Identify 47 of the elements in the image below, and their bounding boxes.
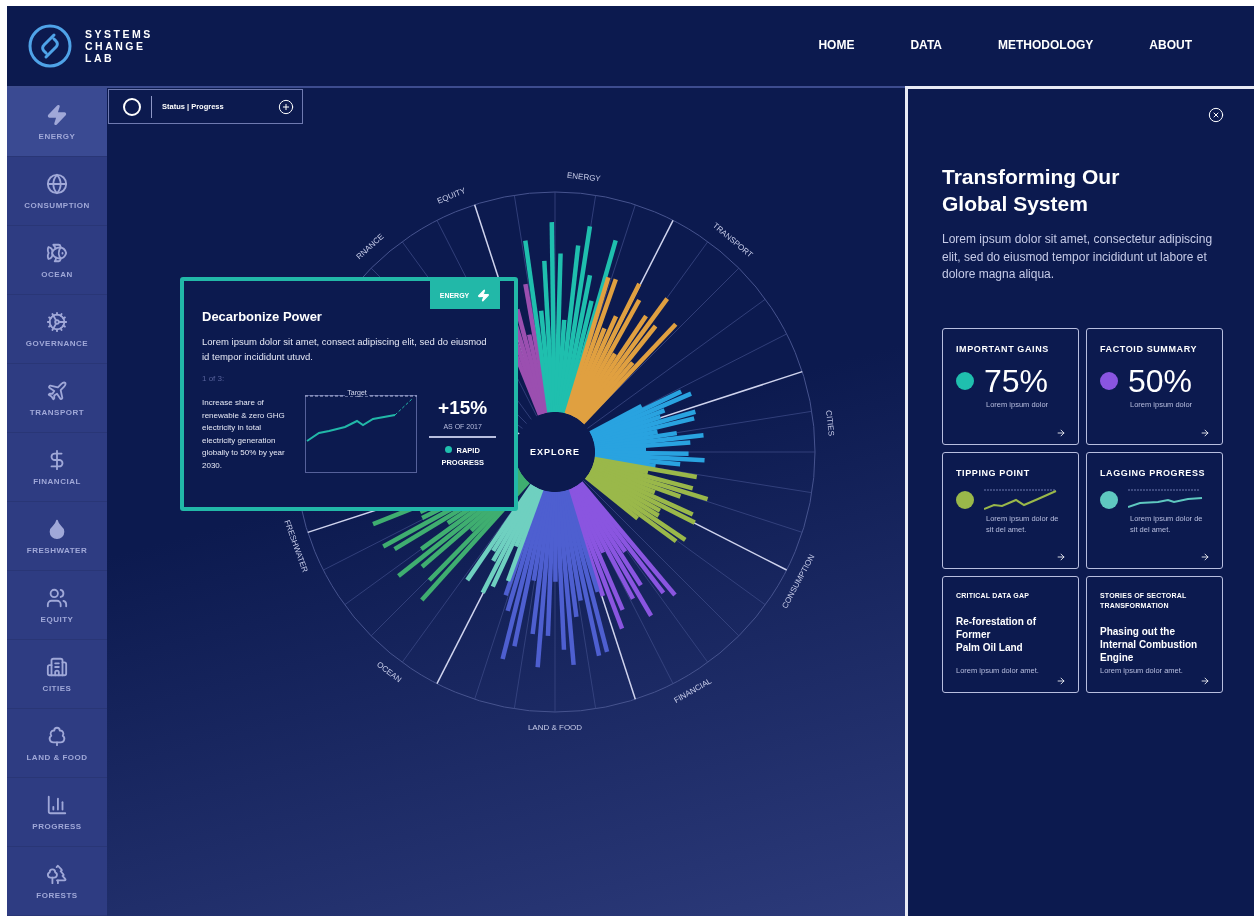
sector-label: ENERGY [566,170,602,184]
panel-title: Transforming Our Global System [942,164,1121,217]
stat-value: 75% [984,362,1049,399]
story-headline: Phasing out the Internal Combustion Engine [1100,624,1199,665]
arrow-icon[interactable] [1056,675,1066,686]
close-button[interactable] [1208,107,1224,123]
popup-body: Lorem ipsum dolor sit amet, consect adipiscing elit, sed do eiusmod id tempor incididunt utuvd. [202,335,488,364]
airplane-icon [46,379,68,402]
logo-text: SYSTEMS [85,28,153,40]
add-icon[interactable] [278,98,294,115]
tree-icon [46,724,68,747]
circle-icon [123,97,141,116]
card-title: FACTOID SUMMARY [1100,342,1198,355]
change-value: +15% [438,397,488,419]
people-icon [46,586,68,609]
stat-value: 50% [1128,362,1193,399]
logo-text: LAB [85,52,116,64]
arrow-icon[interactable] [1200,551,1210,562]
bar-chart-icon [46,793,68,816]
panel-body: Lorem ipsum dolor sit amet, consectetur adipiscing elit, sed do eiusmod tempor incididunt ut labore et dolore magna aliqua. [942,231,1214,283]
lightning-icon [477,288,491,302]
nav-link[interactable]: HOME [818,36,855,56]
trees-icon [46,862,68,885]
arrow-icon[interactable] [1056,551,1066,562]
lightning-icon [46,103,68,126]
card-title: IMPORTANT GAINS [956,342,1050,355]
sector-label: CITIES [824,409,836,437]
nav-link[interactable]: DATA [910,36,942,56]
nav-link[interactable]: ABOUT [1149,36,1192,56]
card-title: TIPPING POINT [956,466,1031,479]
fish-icon [46,241,68,264]
sidebar-item[interactable]: ENERGY [7,88,107,157]
arrow-icon[interactable] [1200,675,1210,686]
nav-link[interactable]: METHODOLOGY [998,36,1094,56]
goal-description: Increase share of renewable & zero GHG electricity in total electricity generation globally to 50% by year 2030. [202,397,286,472]
logo-icon [27,23,73,69]
sector-label: LAND & FOOD [527,723,583,733]
globe-icon [46,172,68,195]
explore-label[interactable]: EXPLORE [530,447,580,457]
logo-text: CHANGE [85,40,147,52]
arrow-icon[interactable] [1200,427,1210,438]
card-title: LAGGING PROGRESS [1100,466,1207,479]
buildings-icon [46,655,68,678]
popup-title: Decarbonize Power [202,309,323,324]
arrow-icon[interactable] [1056,427,1066,438]
gear-icon [46,310,68,333]
story-headline: Re-forestation of Former Palm Oil Land [956,614,1037,655]
